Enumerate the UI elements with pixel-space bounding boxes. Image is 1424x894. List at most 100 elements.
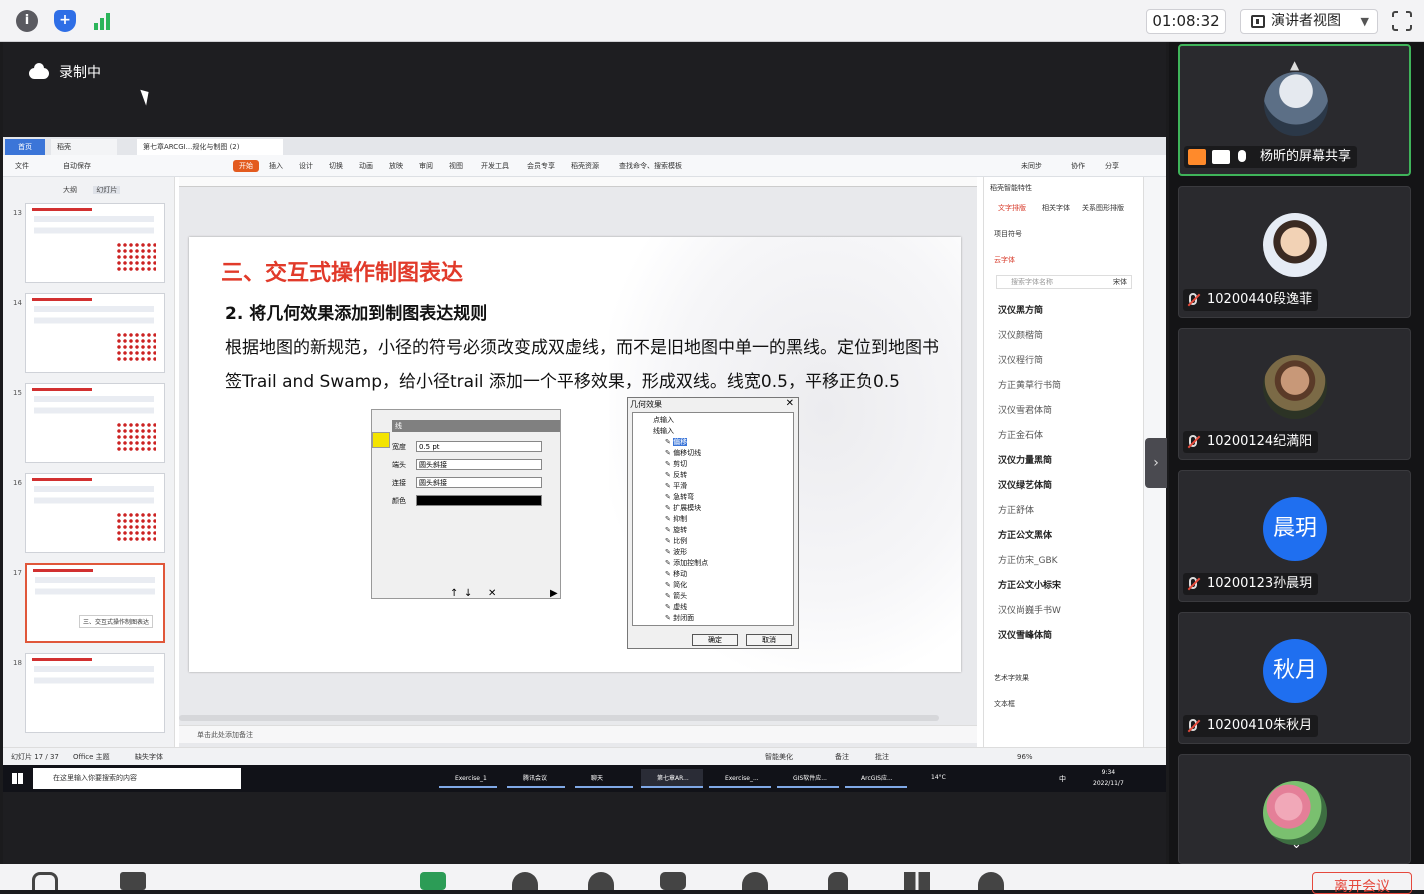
taskbar-app[interactable]: ArcGIS应... [845,769,907,788]
panel-tab-diagram[interactable]: 关系图形排版 [1082,203,1124,213]
section-art-text[interactable]: 艺术字效果 [994,673,1029,683]
font-item[interactable]: 方正黄草行书简 [998,378,1061,391]
tree-group[interactable]: 点输入 [639,415,793,426]
participant-tile[interactable]: 10200124纪満阳 [1178,328,1411,460]
slide-thumbnail[interactable] [25,653,165,733]
font-item[interactable]: 方正金石体 [998,428,1043,441]
notes-toggle[interactable]: 备注 [835,748,849,766]
menu-member[interactable]: 会员专享 [527,161,555,171]
tab-slides[interactable]: 幻灯片 [93,186,121,194]
zoom-level[interactable]: 96% [1017,748,1033,766]
section-textbox[interactable]: 文本框 [994,699,1015,709]
font-item[interactable]: 方正舒体 [998,503,1034,516]
fullscreen-icon[interactable] [1391,10,1413,32]
menu-view[interactable]: 视图 [449,161,463,171]
font-item[interactable]: 汉仪雪君体简 [998,403,1052,416]
panel-tab-related-fonts[interactable]: 相关字体 [1042,203,1070,213]
mute-mic-icon[interactable] [32,872,58,890]
tree-item[interactable]: 剪切 [639,459,793,470]
slide-thumbnail[interactable] [25,473,165,553]
tree-item[interactable]: 旋转 [639,525,793,536]
menu-unsynced[interactable]: 未同步 [1021,161,1042,171]
taskbar-app[interactable]: 第七章AR... [641,769,703,788]
leave-meeting-button[interactable]: 离开会议 [1312,872,1412,894]
delete-icon[interactable]: ✕ [488,588,496,599]
menu-devtools[interactable]: 开发工具 [481,161,509,171]
slide-thumbnail[interactable] [25,203,165,283]
arrow-up-icon[interactable]: ↑ [450,588,458,599]
ime-indicator[interactable]: 中 [1059,774,1066,784]
menu-docer-res[interactable]: 稻壳资源 [571,161,599,171]
taskbar-app[interactable]: Exercise_1 [439,769,497,788]
menu-design[interactable]: 设计 [299,161,313,171]
menu-animation[interactable]: 动画 [359,161,373,171]
record-icon[interactable] [742,872,768,890]
tree-item[interactable]: 扩展模块 [639,503,793,514]
slide-thumbnail[interactable] [25,293,165,373]
font-item[interactable]: 方正公文黑体 [998,528,1052,541]
font-item[interactable]: 方正仿宋_GBK [998,553,1058,566]
taskbar-app[interactable]: Exercise_... [709,769,771,788]
color-swatch[interactable] [416,495,542,506]
ok-button[interactable]: 确定 [692,634,738,646]
tab-outline[interactable]: 大纲 [63,186,77,194]
participant-tile[interactable]: ▲ 杨昕的屏幕共享 [1178,44,1411,176]
menu-start[interactable]: 开始 [233,160,259,172]
font-item[interactable]: 汉仪颜楷简 [998,328,1043,341]
smart-beautify[interactable]: 智能美化 [765,748,793,766]
paintbrush-icon[interactable] [372,432,390,448]
tree-item[interactable]: 平滑 [639,481,793,492]
tree-item[interactable]: 移动 [639,569,793,580]
chevron-up-icon[interactable]: ▲ [1290,58,1299,72]
font-item[interactable]: 汉仪黑方简 [998,303,1043,316]
participant-tile[interactable]: 10200440段逸菲 [1178,186,1411,318]
notes-bar[interactable]: 单击此处添加备注 [179,725,977,743]
arrow-right-icon[interactable]: ▶ [550,588,558,599]
tree-group[interactable]: 线输入 [639,426,793,437]
windows-start-icon[interactable] [12,773,23,784]
menu-insert[interactable]: 插入 [269,161,283,171]
raise-hand-icon[interactable] [828,872,848,890]
font-search-button[interactable]: 宋体 [1113,276,1127,288]
menu-autosave[interactable]: 自动保存 [63,161,91,171]
taskbar-search[interactable]: 在这里输入你要搜索的内容 [33,768,241,789]
current-slide[interactable]: 三、交互式操作制图表达 2. 将几何效果添加到制图表达规则 根据地图的新规范，小… [189,237,961,672]
horizontal-scrollbar[interactable] [179,715,939,721]
taskbar-app[interactable]: GIS软件应... [777,769,839,788]
participant-tile[interactable]: 秋月 10200410朱秋月 [1178,612,1411,744]
slide-thumbnail-active[interactable]: 三、交互式操作制图表达 [25,563,165,643]
menu-slideshow[interactable]: 放映 [389,161,403,171]
members-icon[interactable] [588,872,614,890]
cancel-button[interactable]: 取消 [746,634,792,646]
font-search-input[interactable]: 搜索字体名称 宋体 [996,275,1132,289]
expand-panel-toggle[interactable]: › [1145,438,1167,488]
tree-item[interactable]: 偏移 [639,437,793,448]
menu-search[interactable]: 查找命令、搜索模板 [619,161,682,171]
tree-item[interactable]: 添加控制点 [639,558,793,569]
menu-transition[interactable]: 切换 [329,161,343,171]
presenter-view-button[interactable]: 演讲者视图 ▼ [1240,9,1378,34]
tree-item[interactable]: 波形 [639,547,793,558]
tree-item[interactable]: 偏移切线 [639,448,793,459]
width-field[interactable]: 0.5 pt [416,441,542,452]
tree-item[interactable]: 抑制 [639,514,793,525]
close-icon[interactable]: ✕ [786,398,794,409]
camera-off-icon[interactable] [120,872,146,890]
menu-share[interactable]: 分享 [1105,161,1119,171]
font-item[interactable]: 方正公文小标宋 [998,578,1061,591]
tree-item[interactable]: 急转弯 [639,492,793,503]
chat-icon[interactable] [660,872,686,890]
font-item[interactable]: 汉仪尚巍手书W [998,603,1061,616]
tree-item[interactable]: 封闭面 [639,613,793,624]
panel-tab-typography[interactable]: 文字排版 [998,203,1026,213]
info-icon[interactable]: i [16,10,38,32]
font-item[interactable]: 汉仪绿艺体简 [998,478,1052,491]
comments-toggle[interactable]: 批注 [875,748,889,766]
arrow-down-icon[interactable]: ↓ [464,588,472,599]
menu-collab[interactable]: 协作 [1071,161,1085,171]
network-signal-icon[interactable] [92,10,114,32]
tree-item[interactable]: 箭头 [639,591,793,602]
tab-document[interactable]: 第七章ARCGI...规化与制图 (2) [137,139,283,155]
tree-item[interactable]: 简化 [639,580,793,591]
font-item[interactable]: 汉仪雪峰体简 [998,628,1052,641]
